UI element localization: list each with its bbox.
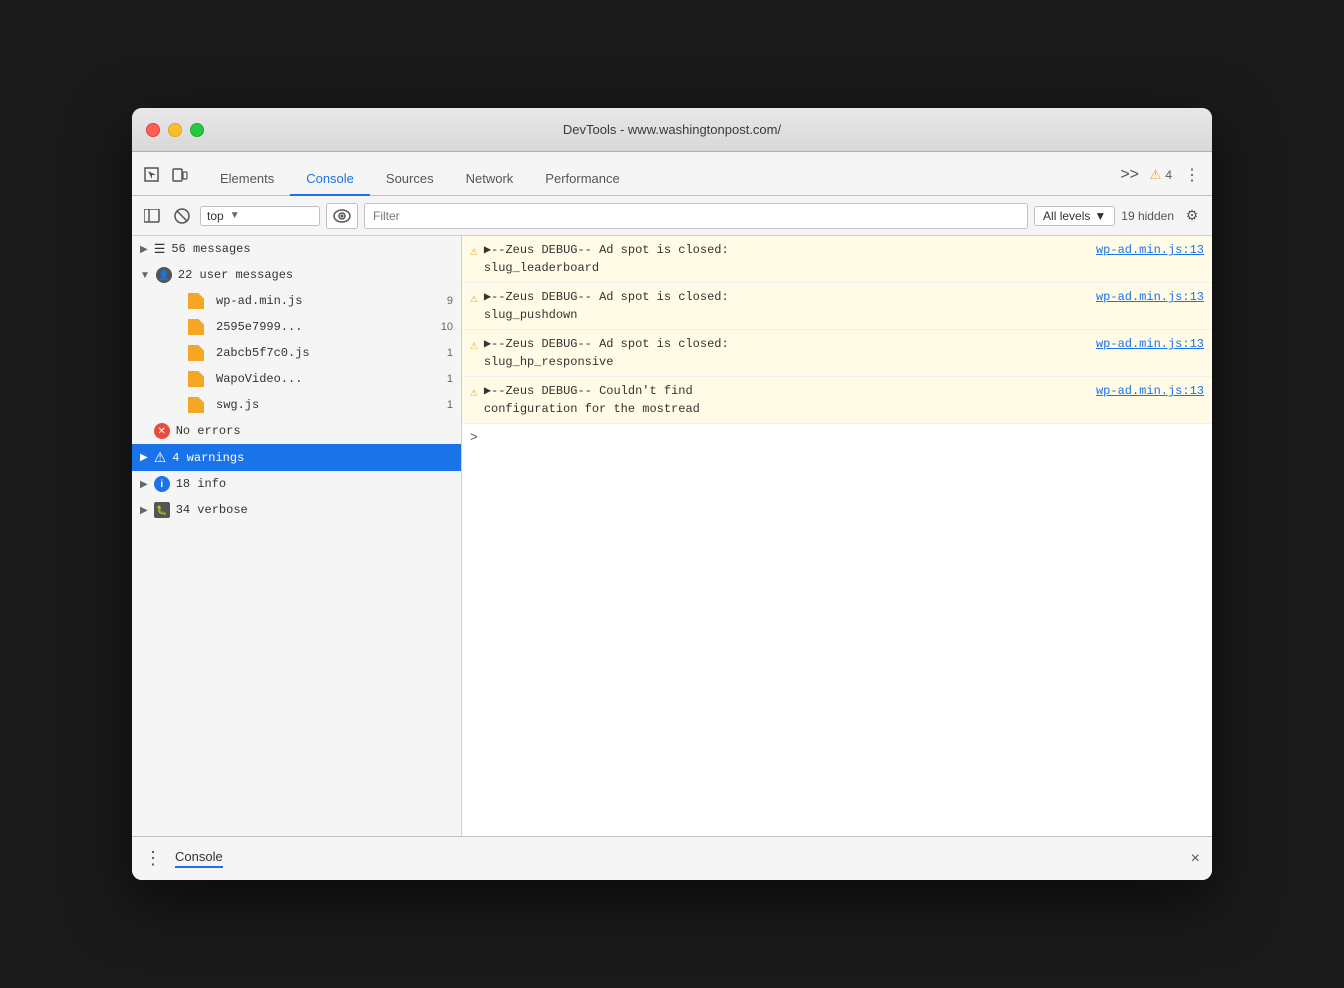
- info-icon: i: [154, 476, 170, 492]
- bottom-tab-label: Console: [175, 849, 223, 868]
- settings-button[interactable]: ⚙: [1180, 204, 1204, 228]
- console-text: ▶--Zeus DEBUG-- Couldn't find configurat…: [484, 384, 700, 416]
- devtools-window: DevTools - www.washingtonpost.com/ Eleme…: [132, 108, 1212, 880]
- sidebar-item-no-errors[interactable]: ▶ ✕ No errors: [132, 418, 461, 444]
- user-icon: 👤: [156, 267, 172, 283]
- sidebar-toggle-button[interactable]: [140, 204, 164, 228]
- tab-sources[interactable]: Sources: [370, 163, 450, 196]
- bottom-bar: ⋮ Console ×: [132, 836, 1212, 880]
- console-source-link[interactable]: wp-ad.min.js:13: [1096, 335, 1204, 353]
- console-entry: ⚠ ▶--Zeus DEBUG-- Couldn't find configur…: [462, 377, 1212, 424]
- console-input-row: >: [462, 424, 1212, 451]
- more-tabs-button[interactable]: >>: [1118, 163, 1142, 187]
- main-content: ▶ ☰ 56 messages ▼ 👤 22 user messages wp-…: [132, 236, 1212, 836]
- tab-console[interactable]: Console: [290, 163, 370, 196]
- clear-console-button[interactable]: [170, 204, 194, 228]
- sidebar-item-2595e[interactable]: 2595e7999... 10: [132, 314, 461, 340]
- close-bottom-panel-button[interactable]: ×: [1191, 850, 1200, 868]
- console-toolbar: top ▼ All levels ▼ 19 hidden ⚙: [132, 196, 1212, 236]
- console-source-link[interactable]: wp-ad.min.js:13: [1096, 288, 1204, 306]
- bottom-menu-button[interactable]: ⋮: [144, 848, 163, 869]
- console-text: ▶--Zeus DEBUG-- Ad spot is closed: slug_…: [484, 337, 729, 369]
- warning-icon: ⚠: [470, 288, 478, 309]
- console-source-link[interactable]: wp-ad.min.js:13: [1096, 382, 1204, 400]
- console-entry: ⚠ ▶--Zeus DEBUG-- Ad spot is closed: slu…: [462, 283, 1212, 330]
- sidebar-item-info[interactable]: ▶ i 18 info: [132, 471, 461, 497]
- sidebar-item-verbose[interactable]: ▶ 🐛 34 verbose: [132, 497, 461, 523]
- file-icon: [188, 319, 204, 335]
- filter-input[interactable]: [364, 203, 1028, 229]
- collapse-icon: ▼: [140, 270, 150, 281]
- tab-performance[interactable]: Performance: [529, 163, 635, 196]
- expand-icon: ▶: [140, 244, 148, 255]
- chevron-down-icon: ▼: [1094, 209, 1106, 223]
- file-icon: [188, 371, 204, 387]
- inspect-icon[interactable]: [140, 163, 164, 187]
- sidebar-item-user-messages[interactable]: ▼ 👤 22 user messages: [132, 262, 461, 288]
- file-icon: [188, 397, 204, 413]
- warning-icon: ⚠: [470, 241, 478, 262]
- sidebar-item-2abcb[interactable]: 2abcb5f7c0.js 1: [132, 340, 461, 366]
- tab-elements[interactable]: Elements: [204, 163, 290, 196]
- eye-button[interactable]: [326, 203, 358, 229]
- console-panel: ⚠ ▶--Zeus DEBUG-- Ad spot is closed: slu…: [462, 236, 1212, 836]
- console-prompt: >: [470, 430, 478, 445]
- chevron-down-icon: ▼: [230, 210, 240, 221]
- warning-icon: ⚠: [1150, 167, 1162, 183]
- console-sidebar: ▶ ☰ 56 messages ▼ 👤 22 user messages wp-…: [132, 236, 462, 836]
- sidebar-item-wapovideo[interactable]: WapoVideo... 1: [132, 366, 461, 392]
- sidebar-item-wp-ad[interactable]: wp-ad.min.js 9: [132, 288, 461, 314]
- console-text: ▶--Zeus DEBUG-- Ad spot is closed: slug_…: [484, 243, 729, 275]
- tabs-bar: Elements Console Sources Network Perform…: [132, 152, 1212, 196]
- expand-icon: ▶: [140, 479, 148, 490]
- warning-badge: ⚠ 4: [1150, 167, 1172, 183]
- minimize-button[interactable]: [168, 123, 182, 137]
- tabs-right: >> ⚠ 4 ⋮: [1118, 163, 1204, 195]
- maximize-button[interactable]: [190, 123, 204, 137]
- expand-icon: ▶: [140, 505, 148, 516]
- warning-icon: ⚠: [470, 382, 478, 403]
- console-source-link[interactable]: wp-ad.min.js:13: [1096, 241, 1204, 259]
- tab-network[interactable]: Network: [450, 163, 530, 196]
- file-icon: [188, 293, 204, 309]
- console-entry: ⚠ ▶--Zeus DEBUG-- Ad spot is closed: slu…: [462, 236, 1212, 283]
- devtools-menu-button[interactable]: ⋮: [1180, 163, 1204, 187]
- device-icon[interactable]: [168, 163, 192, 187]
- sidebar-item-swg[interactable]: swg.js 1: [132, 392, 461, 418]
- window-title: DevTools - www.washingtonpost.com/: [563, 122, 781, 137]
- console-entry: ⚠ ▶--Zeus DEBUG-- Ad spot is closed: slu…: [462, 330, 1212, 377]
- traffic-lights: [146, 123, 204, 137]
- console-text: ▶--Zeus DEBUG-- Ad spot is closed: slug_…: [484, 290, 729, 322]
- sidebar-item-messages[interactable]: ▶ ☰ 56 messages: [132, 236, 461, 262]
- sidebar-item-warnings[interactable]: ▶ ⚠ 4 warnings: [132, 444, 461, 471]
- error-icon: ✕: [154, 423, 170, 439]
- hidden-count: 19 hidden: [1121, 209, 1174, 223]
- close-button[interactable]: [146, 123, 160, 137]
- level-selector[interactable]: All levels ▼: [1034, 206, 1115, 226]
- context-selector[interactable]: top ▼: [200, 206, 320, 226]
- verbose-icon: 🐛: [154, 502, 170, 518]
- warning-icon: ⚠: [470, 335, 478, 356]
- title-bar: DevTools - www.washingtonpost.com/: [132, 108, 1212, 152]
- expand-icon: ▶: [140, 452, 148, 463]
- file-icon: [188, 345, 204, 361]
- tab-icons: [140, 163, 192, 195]
